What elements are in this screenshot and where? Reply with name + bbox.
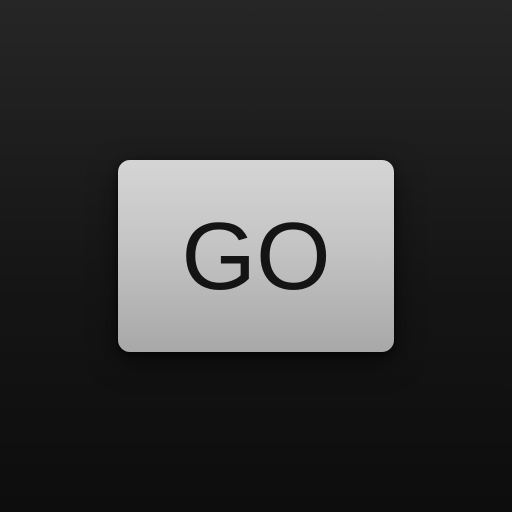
go-button[interactable]: GO [118,160,394,352]
app-screen: GO [0,0,512,512]
go-button-label: GO [181,203,331,310]
